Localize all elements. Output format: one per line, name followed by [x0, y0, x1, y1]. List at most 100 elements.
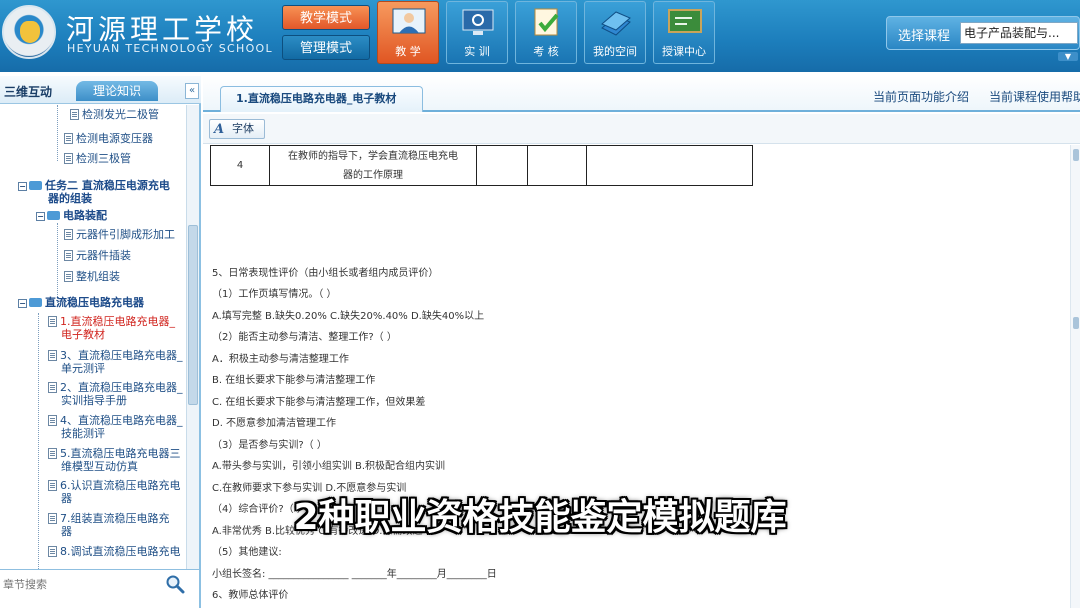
- nav-teach-label: 教 学: [395, 45, 421, 58]
- tree-item-doc5[interactable]: 5.直流稳压电路充电器三: [48, 447, 181, 460]
- tab-current-document[interactable]: 1.直流稳压电路充电器_电子教材: [220, 86, 423, 112]
- chapter-search-input[interactable]: [3, 575, 153, 593]
- top-header: 河源理工学校 HEYUAN TECHNOLOGY SCHOOL 教学模式 管理模…: [0, 0, 1080, 72]
- document-icon: [48, 350, 57, 361]
- tree-item-doc1-cont[interactable]: 电子教材: [61, 328, 105, 341]
- tree-item-assembly[interactable]: 整机组装: [64, 270, 120, 283]
- collapse-toggle-icon[interactable]: −: [18, 299, 27, 308]
- nav-teach-button[interactable]: 教 学: [377, 1, 439, 64]
- tree-item-transistor[interactable]: 检测三极管: [64, 152, 131, 165]
- tree-folder-charger[interactable]: − 直流稳压电路充电器: [18, 296, 144, 309]
- tree-item-led[interactable]: 检测发光二极管: [70, 108, 159, 121]
- tree-item-doc4-cont[interactable]: 技能测评: [61, 427, 105, 440]
- document-icon: [48, 382, 57, 393]
- document-icon: [48, 415, 57, 426]
- doc-line: C. 在组长要求下能参与清洁整理工作，但效果差: [212, 397, 426, 408]
- table-row: 4 在教师的指导下，学会直流稳压电充电 器的工作原理: [210, 145, 753, 186]
- books-icon: [601, 11, 631, 36]
- font-button[interactable]: A 字体: [209, 119, 265, 139]
- document-icon: [64, 271, 73, 282]
- document-icon: [64, 133, 73, 144]
- folder-icon: [29, 181, 42, 190]
- course-label: 选择课程: [898, 29, 951, 44]
- tree-item-doc1[interactable]: 1.直流稳压电路充电器_: [48, 315, 175, 328]
- doc-line: （2）能否主动参与清洁、整理工作?（ ）: [212, 332, 397, 343]
- app-window: 河源理工学校 HEYUAN TECHNOLOGY SCHOOL 教学模式 管理模…: [0, 0, 1080, 608]
- search-icon[interactable]: [165, 574, 185, 594]
- tree-item-doc5-cont[interactable]: 维模型互动仿真: [61, 460, 138, 473]
- nav-myspace-label: 我的空间: [593, 45, 637, 58]
- tree-folder-task2-cont: 器的组装: [48, 192, 92, 205]
- teach-mode-button[interactable]: 教学模式: [282, 5, 370, 30]
- tree-item-doc3[interactable]: 3、直流稳压电路充电器_: [48, 349, 183, 362]
- tree-item-doc2-cont[interactable]: 实训指导手册: [61, 394, 127, 407]
- tree-folder-circuit[interactable]: − 电路装配: [36, 209, 107, 222]
- font-icon: A: [214, 122, 225, 137]
- document-scroll-thumb[interactable]: [1073, 317, 1079, 329]
- collapse-toggle-icon[interactable]: −: [36, 212, 45, 221]
- doc-line: （1）工作页填写情况。（ ）: [212, 289, 337, 300]
- folder-icon: [47, 211, 60, 220]
- nav-teaching-center-button[interactable]: 授课中心: [653, 1, 715, 64]
- exam-check-icon: [534, 8, 559, 36]
- course-help-link[interactable]: 当前课程使用帮助: [989, 88, 1080, 105]
- doc-line: （5）其他建议:: [212, 547, 282, 558]
- sidebar-scroll-thumb[interactable]: [188, 225, 198, 405]
- tree-item-doc3-cont[interactable]: 单元测评: [61, 362, 105, 375]
- doc-line: 小组长签名: ________________ _______年________…: [212, 569, 497, 580]
- nav-exam-label: 考 核: [533, 45, 559, 58]
- table-cell: [476, 145, 528, 186]
- chevron-down-icon[interactable]: ▼: [1058, 52, 1078, 61]
- nav-myspace-button[interactable]: 我的空间: [584, 1, 646, 64]
- chalkboard-icon: [668, 9, 702, 33]
- table-cell: [586, 145, 753, 186]
- tree-folder-task2[interactable]: − 任务二 直流稳压电源充电: [18, 179, 170, 192]
- folder-icon: [29, 298, 42, 307]
- document-toolbar: A 字体: [203, 114, 1080, 144]
- document-icon: [64, 153, 73, 164]
- manage-mode-button[interactable]: 管理模式: [282, 35, 370, 60]
- doc-line: A.带头参与实训，引领小组实训 B.积极配合组内实训: [212, 461, 446, 472]
- tree-item-doc4[interactable]: 4、直流稳压电路充电器_: [48, 414, 183, 427]
- tab-3d-interactive[interactable]: 三维互动: [4, 83, 52, 100]
- table-cell: [527, 145, 587, 186]
- document-icon: [48, 448, 57, 459]
- document-icon: [70, 109, 79, 120]
- collapse-sidebar-icon[interactable]: «: [185, 83, 199, 99]
- tree-item-doc8[interactable]: 8.调试直流稳压电路充电: [48, 545, 181, 558]
- video-subtitle: 2种职业资格技能鉴定模拟题库: [293, 497, 787, 538]
- nav-training-label: 实 训: [464, 45, 490, 58]
- tab-theory-knowledge[interactable]: 理论知识: [76, 81, 158, 101]
- collapse-toggle-icon[interactable]: −: [18, 182, 27, 191]
- school-name-en: HEYUAN TECHNOLOGY SCHOOL: [67, 42, 273, 55]
- tree-item-lead-forming[interactable]: 元器件引脚成形加工: [64, 228, 175, 241]
- monitor-gear-icon: [462, 9, 494, 35]
- nav-training-button[interactable]: 实 训: [446, 1, 508, 64]
- main-tabbar: 1.直流稳压电路充电器_电子教材 当前页面功能介绍 当前课程使用帮助: [203, 76, 1080, 112]
- chapter-search: [0, 569, 199, 597]
- document-icon: [48, 316, 57, 327]
- doc-line: D. 不愿意参加清洁管理工作: [212, 418, 337, 429]
- document-icon: [48, 546, 57, 557]
- course-select[interactable]: 电子产品装配与...: [960, 22, 1078, 44]
- tree-item-transformer[interactable]: 检测电源变压器: [64, 132, 153, 145]
- scroll-up-icon[interactable]: [1073, 149, 1079, 161]
- tree-item-insertion[interactable]: 元器件插装: [64, 249, 131, 262]
- course-selector: 选择课程 电子产品装配与...: [886, 16, 1080, 50]
- school-logo-icon: [2, 5, 56, 59]
- page-intro-link[interactable]: 当前页面功能介绍: [873, 88, 969, 105]
- tree-item-doc2[interactable]: 2、直流稳压电路充电器_: [48, 381, 183, 394]
- table-cell-text: 在教师的指导下，学会直流稳压电充电 器的工作原理: [269, 145, 477, 186]
- sidebar-tabs: 三维互动 理论知识 «: [0, 76, 201, 104]
- document-icon: [64, 250, 73, 261]
- evaluation-table: 4 在教师的指导下，学会直流稳压电充电 器的工作原理: [210, 145, 753, 186]
- doc-line: A．积极主动参与清洁整理工作: [212, 354, 349, 365]
- doc-line: 6、教师总体评价: [212, 590, 289, 601]
- doc-line: B. 在组长要求下能参与清洁整理工作: [212, 375, 376, 386]
- doc-line: 5、日常表现性评价（由小组长或者组内成员评价）: [212, 268, 439, 279]
- doc-line: A.填写完整 B.缺失0.20% C.缺失20%.40% D.缺失40%以上: [212, 311, 485, 322]
- nav-exam-button[interactable]: 考 核: [515, 1, 577, 64]
- table-cell-no: 4: [210, 145, 270, 186]
- teacher-icon: [392, 8, 426, 34]
- doc-line: （3）是否参与实训?（ ）: [212, 440, 327, 451]
